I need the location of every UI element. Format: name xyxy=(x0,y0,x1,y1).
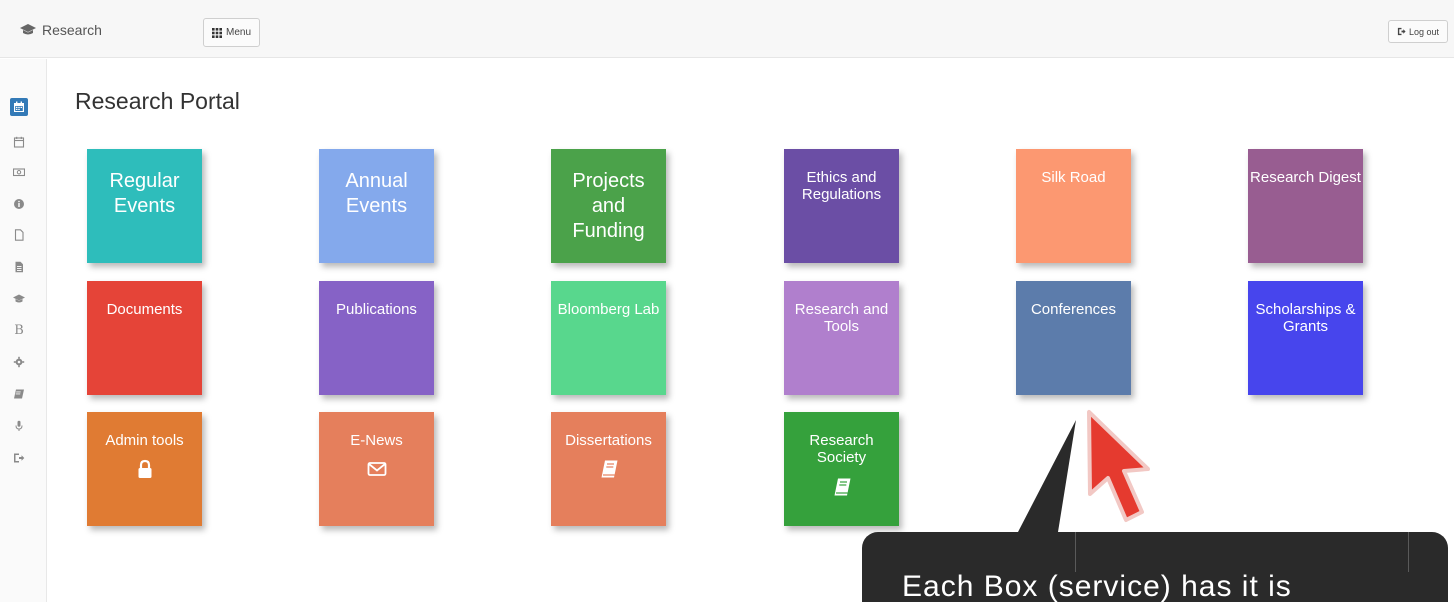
tile-label: Admin tools xyxy=(105,432,184,449)
sidebar-item-graduation[interactable] xyxy=(10,290,28,308)
tile-label: Bloomberg Lab xyxy=(557,301,660,318)
menu-button[interactable]: Menu xyxy=(203,18,260,47)
tile-label: E-News xyxy=(350,432,403,449)
tile-publications[interactable]: Publications xyxy=(319,281,434,395)
sign-out-icon xyxy=(1397,27,1406,36)
tile-annual-events[interactable]: Annual Events xyxy=(319,149,434,263)
book-icon xyxy=(14,389,24,399)
callout-divider xyxy=(1408,532,1409,572)
microphone-icon xyxy=(15,420,23,431)
tile-label: Research and Tools xyxy=(794,301,889,336)
tile-label: Scholarships & Grants xyxy=(1255,301,1356,336)
file-text-icon xyxy=(15,261,23,273)
logout-button[interactable]: Log out xyxy=(1388,20,1448,43)
tile-documents[interactable]: Documents xyxy=(87,281,202,395)
sidebar-item-sign-out[interactable] xyxy=(10,449,28,467)
tile-label: Research Society xyxy=(809,432,874,467)
tile-label: Projects and Funding xyxy=(572,170,645,242)
tile-label: Ethics and Regulations xyxy=(801,169,882,204)
sidebar-item-info[interactable] xyxy=(10,195,28,213)
brand-link[interactable]: Research xyxy=(20,22,102,38)
tile-e-news[interactable]: E-News xyxy=(319,412,434,526)
tile-regular-events[interactable]: Regular Events xyxy=(87,149,202,263)
page: Research Menu Log out B Research Portal … xyxy=(0,0,1454,602)
sign-out-icon xyxy=(14,453,25,463)
tile-label: Research Digest xyxy=(1250,169,1361,186)
tile-research-society[interactable]: Research Society xyxy=(784,412,899,526)
file-outline-icon xyxy=(14,229,24,241)
sidebar-item-money[interactable] xyxy=(10,163,28,181)
tile-research-and-tools[interactable]: Research and Tools xyxy=(784,281,899,395)
tile-bloomberg-lab[interactable]: Bloomberg Lab xyxy=(551,281,666,395)
sidebar-item-file-text[interactable] xyxy=(10,258,28,276)
tile-dissertations[interactable]: Dissertations xyxy=(551,412,666,526)
calendar-icon xyxy=(14,101,24,112)
book-icon xyxy=(834,478,850,495)
callout-text: Each Box (service) has it is xyxy=(902,570,1292,602)
callout-box: Each Box (service) has it is xyxy=(862,532,1448,602)
tile-label: Dissertations xyxy=(565,432,652,449)
sidebar-item-settings[interactable] xyxy=(10,353,28,371)
tile-ethics-and-regulations[interactable]: Ethics and Regulations xyxy=(784,149,899,263)
book-icon xyxy=(601,460,617,478)
tile-label: Documents xyxy=(106,301,183,318)
tile-label: Conferences xyxy=(1030,301,1117,318)
graduation-cap-icon xyxy=(13,294,25,303)
pointer-arrow-icon xyxy=(1087,410,1150,522)
cog-icon xyxy=(13,356,25,368)
sidebar-item-bold[interactable]: B xyxy=(10,321,28,339)
tile-projects-and-funding[interactable]: Projects and Funding xyxy=(551,149,666,263)
tile-admin-tools[interactable]: Admin tools xyxy=(87,412,202,526)
envelope-icon xyxy=(367,462,386,477)
info-icon xyxy=(14,199,24,209)
tile-research-digest[interactable]: Research Digest xyxy=(1248,149,1363,263)
graduation-cap-icon xyxy=(20,24,36,35)
top-navbar: Research Menu Log out xyxy=(0,0,1454,58)
tile-scholarships-and-grants[interactable]: Scholarships & Grants xyxy=(1248,281,1363,395)
calendar-outline-icon xyxy=(13,136,25,148)
lock-icon xyxy=(138,460,151,479)
tile-conferences[interactable]: Conferences xyxy=(1016,281,1131,395)
bold-b-icon: B xyxy=(14,322,24,338)
logout-button-label: Log out xyxy=(1408,26,1440,37)
tile-label: Annual Events xyxy=(345,170,408,217)
sidebar-item-book[interactable] xyxy=(10,385,28,403)
sidebar-item-calendar[interactable] xyxy=(10,98,28,116)
tile-silk-road[interactable]: Silk Road xyxy=(1016,149,1131,263)
tile-label: Publications xyxy=(336,301,417,318)
sidebar: B xyxy=(0,59,47,602)
brand-label: Research xyxy=(42,22,102,38)
tile-label: Regular Events xyxy=(109,170,180,217)
money-icon xyxy=(13,168,25,177)
sidebar-item-microphone[interactable] xyxy=(10,417,28,435)
sidebar-item-calendar-outline[interactable] xyxy=(10,133,28,151)
sidebar-item-file[interactable] xyxy=(10,226,28,244)
callout-divider xyxy=(1075,532,1076,572)
callout-tail xyxy=(1018,420,1076,532)
grid-icon xyxy=(211,27,222,38)
tile-label: Silk Road xyxy=(1041,169,1106,186)
menu-button-label: Menu xyxy=(225,27,251,38)
page-title: Research Portal xyxy=(75,88,240,114)
